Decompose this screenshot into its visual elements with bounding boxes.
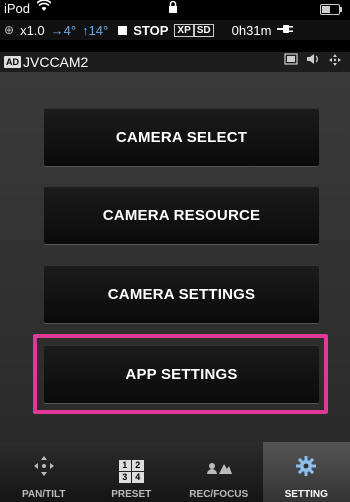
remaining-time: 0h31m (231, 22, 272, 38)
lock-icon (168, 0, 178, 16)
camera-row-icons (284, 53, 342, 70)
zoom-icon: ⊕ (4, 23, 15, 37)
pan-tilt-icon (32, 454, 56, 483)
tilt-value: ↑14° (82, 22, 109, 38)
film-icon (284, 53, 298, 70)
camera-select-button[interactable]: CAMERA SELECT (44, 108, 319, 166)
rec-focus-icon (205, 458, 233, 483)
preset-3: 3 (118, 472, 131, 483)
tab-rec-focus[interactable]: REC/FOCUS (175, 442, 263, 502)
app-settings-button[interactable]: APP SETTINGS (44, 345, 319, 403)
rec-status: STOP (133, 22, 169, 38)
tab-pan-tilt-label: PAN/TILT (21, 489, 66, 500)
preset-4: 4 (131, 472, 144, 483)
preset-grid-icon: 1 2 3 4 (118, 460, 144, 483)
preset-2: 2 (131, 460, 144, 471)
format-sd-badge: SD (193, 23, 214, 37)
camera-settings-button[interactable]: CAMERA SETTINGS (44, 265, 319, 323)
status-bar: iPod (0, 0, 350, 18)
move-arrows-icon (328, 53, 342, 70)
carrier-label: iPod (4, 1, 31, 16)
tab-preset-label: PRESET (111, 489, 152, 500)
speaker-icon (306, 53, 320, 70)
tab-rec-focus-label: REC/FOCUS (189, 489, 249, 500)
format-xp-badge: XP (174, 23, 194, 37)
camera-resource-button[interactable]: CAMERA RESOURCE (44, 186, 319, 244)
tab-pan-tilt[interactable]: PAN/TILT (0, 442, 88, 502)
power-plug-icon (277, 23, 294, 37)
camera-info-row: ⊕ x1.0 →4° ↑14° STOP XP SD 0h31m (0, 20, 350, 40)
zoom-value: x1.0 (20, 22, 45, 38)
camera-name: JVCCAM2 (23, 54, 89, 70)
tab-preset[interactable]: 1 2 3 4 PRESET (88, 442, 176, 502)
gear-icon (294, 454, 318, 483)
ad-badge: AD (4, 56, 21, 68)
tab-setting-label: SETTING (284, 489, 328, 500)
pan-value: →4° (50, 22, 77, 38)
stop-icon (118, 25, 128, 35)
tab-setting[interactable]: SETTING (262, 442, 350, 502)
bottom-tab-bar: PAN/TILT 1 2 3 4 PRESET REC/FOCUS SETTIN… (0, 442, 350, 502)
battery-icon (320, 4, 342, 15)
wifi-icon (36, 0, 52, 15)
preset-1: 1 (118, 460, 131, 471)
camera-name-row: AD JVCCAM2 (0, 52, 350, 72)
